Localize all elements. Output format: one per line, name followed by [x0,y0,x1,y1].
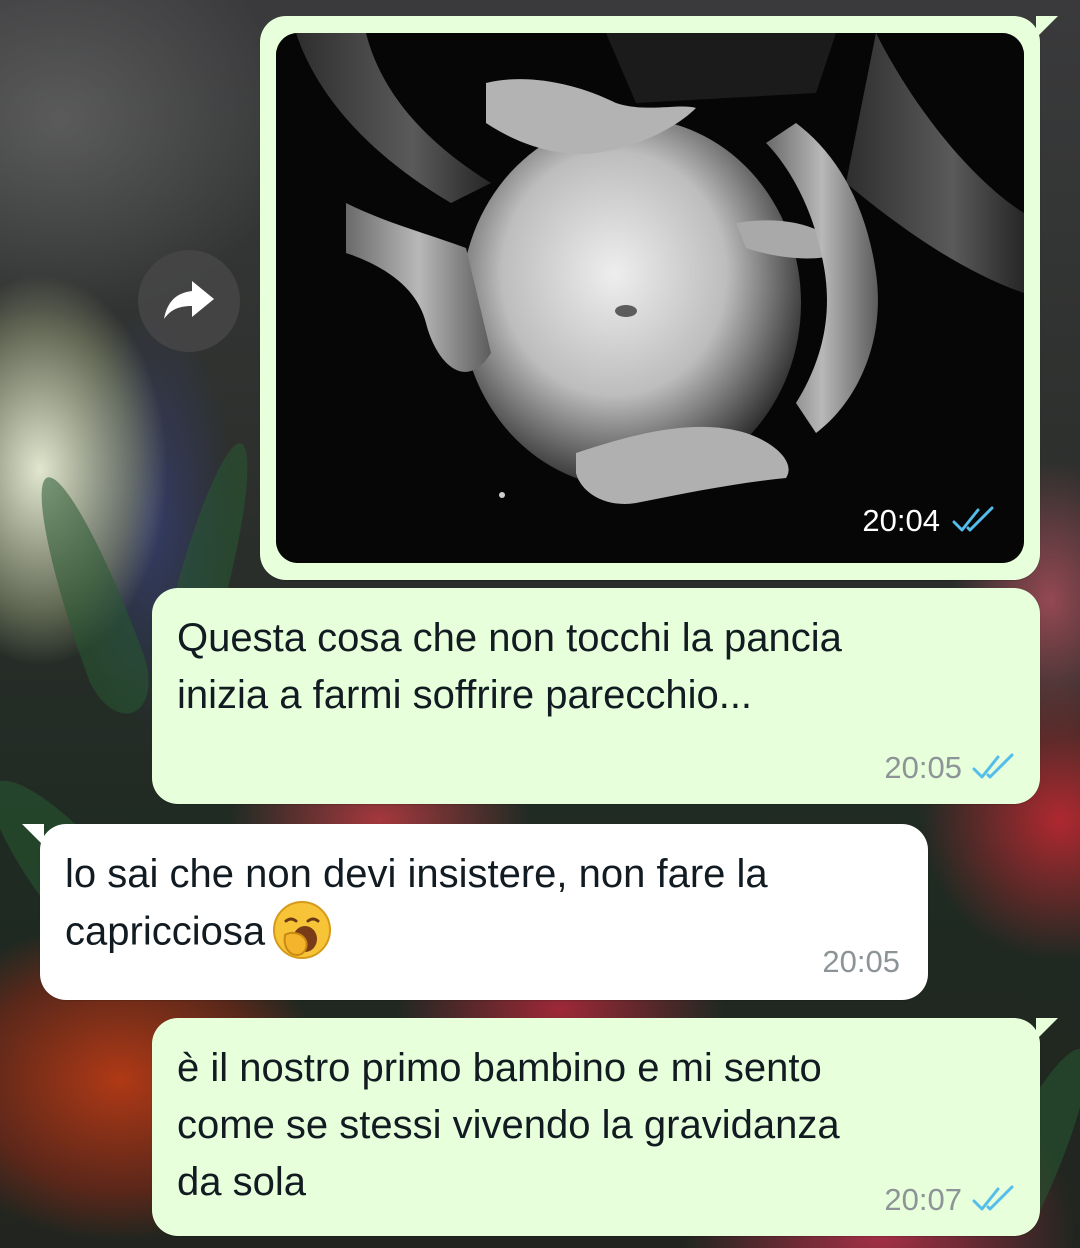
message-time: 20:07 [884,1182,962,1217]
photo-pregnant-belly-hands [276,33,1024,563]
message-time: 20:05 [884,750,962,785]
message-meta: 20:05 [822,944,900,980]
outgoing-message-bubble[interactable]: Questa cosa che non tocchi la pancia ini… [152,588,1040,804]
message-photo[interactable]: 20:04 [276,33,1024,563]
message-text: è il nostro primo bambino e mi sento com… [177,1046,840,1204]
message-text: lo sai che non devi insistere, non fare … [65,846,768,965]
double-check-read-icon [952,506,996,536]
message-meta: 20:07 [884,1182,1016,1218]
outgoing-message-bubble[interactable]: è il nostro primo bambino e mi sento com… [152,1018,1058,1236]
double-check-read-icon [972,753,1016,783]
chat-background: 20:04 Questa cosa che non tocchi la panc… [0,0,1080,1248]
forward-button[interactable] [138,250,240,352]
message-text: Questa cosa che non tocchi la pancia ini… [177,616,842,717]
image-message-bubble[interactable]: 20:04 [260,16,1058,580]
message-time: 20:05 [822,944,900,979]
message-text-content: lo sai che non devi insistere, non fare … [65,852,768,954]
message-time: 20:04 [862,503,940,538]
image-message-meta: 20:04 [862,503,996,539]
forward-arrow-icon [162,277,216,326]
incoming-message-bubble[interactable]: lo sai che non devi insistere, non fare … [22,824,928,1000]
message-meta: 20:05 [884,750,1016,786]
double-check-read-icon [972,1185,1016,1215]
yawning-face-emoji [271,899,333,961]
wallpaper-leaf [19,467,161,723]
